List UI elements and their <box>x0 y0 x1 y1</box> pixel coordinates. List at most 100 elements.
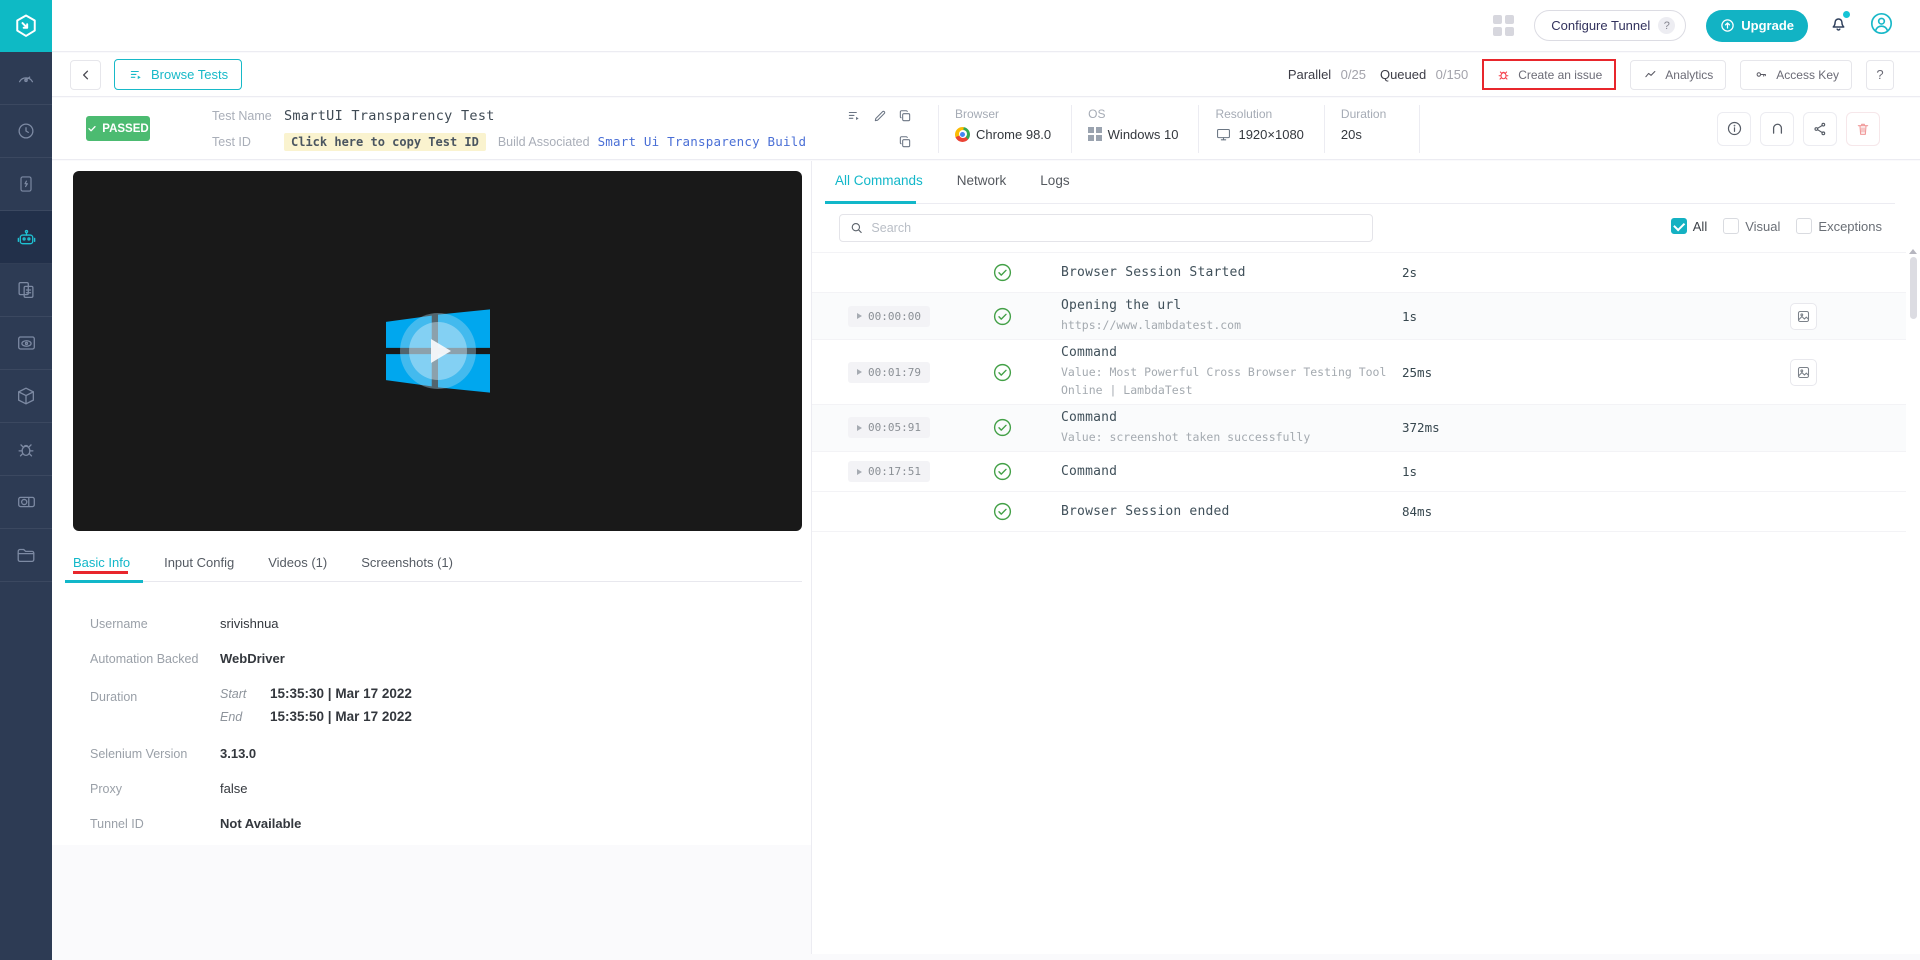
analytics-button[interactable]: Analytics <box>1630 60 1726 90</box>
sidebar-item-test-logs[interactable] <box>0 264 52 317</box>
browse-tests-button[interactable]: Browse Tests <box>114 59 242 90</box>
configure-tunnel-label: Configure Tunnel <box>1551 18 1650 33</box>
tunnel-help-icon[interactable]: ? <box>1658 17 1675 34</box>
build-link[interactable]: Smart Ui Transparency Build <box>598 134 807 149</box>
info-circle-icon <box>1726 120 1743 137</box>
edit-test-name-button[interactable] <box>873 109 887 123</box>
expand-icon <box>857 313 862 319</box>
tab-network[interactable]: Network <box>957 173 1007 203</box>
analytics-chart-icon <box>1643 68 1658 81</box>
expand-icon <box>857 369 862 375</box>
sidebar-item-resolution[interactable] <box>0 476 52 529</box>
info-row-proxy: Proxy false <box>90 771 780 806</box>
play-button[interactable] <box>400 313 476 389</box>
move-to-list-button[interactable] <box>846 109 862 123</box>
build-associated-label: Build Associated <box>498 135 590 149</box>
arch-icon <box>1769 120 1786 137</box>
upgrade-button[interactable]: Upgrade <box>1706 10 1808 42</box>
sidebar-item-app-testing[interactable] <box>0 158 52 211</box>
command-timestamp[interactable]: 00:00:00 <box>848 306 930 327</box>
notifications-button[interactable] <box>1828 13 1849 39</box>
session-arch-button[interactable] <box>1760 112 1794 146</box>
filter-all[interactable]: All <box>1671 218 1707 234</box>
test-info-button[interactable] <box>1717 112 1751 146</box>
view-screenshot-button[interactable] <box>1790 303 1817 330</box>
test-meta-columns: Browser Chrome 98.0 OS Windows 10 Resolu… <box>938 105 1420 153</box>
tab-logs[interactable]: Logs <box>1040 173 1069 203</box>
tab-basic-info[interactable]: Basic Info <box>73 553 130 581</box>
sidebar-item-smart-ui[interactable] <box>0 317 52 370</box>
test-name-label: Test Name <box>212 109 284 123</box>
account-button[interactable] <box>1869 11 1894 41</box>
selenium-value: 3.13.0 <box>220 746 256 761</box>
info-row-backend: Automation Backed WebDriver <box>90 641 780 676</box>
tunnel-value: Not Available <box>220 816 301 831</box>
sidebar-item-dashboard[interactable] <box>0 52 52 105</box>
sidebar-item-debug[interactable] <box>0 423 52 476</box>
scrollbar-thumb[interactable] <box>1910 257 1917 319</box>
access-key-button[interactable]: Access Key <box>1740 60 1852 90</box>
share-button[interactable] <box>1803 112 1837 146</box>
help-button[interactable]: ? <box>1866 60 1894 90</box>
back-button[interactable] <box>70 60 101 90</box>
create-issue-button[interactable]: Create an issue <box>1496 67 1602 82</box>
delete-test-button[interactable] <box>1846 112 1880 146</box>
command-search[interactable] <box>839 214 1373 242</box>
copy-test-id-action[interactable]: Click here to copy Test ID <box>284 133 486 151</box>
share-icon <box>1812 121 1828 137</box>
checkbox-visual[interactable] <box>1723 218 1739 234</box>
command-timestamp[interactable]: 00:05:91 <box>848 417 930 438</box>
sidebar-item-realtime[interactable] <box>0 105 52 158</box>
monitor-icon <box>1215 127 1232 142</box>
test-name-value: SmartUI Transparency Test <box>284 108 495 124</box>
test-name-block: Test Name SmartUI Transparency Test Test… <box>212 104 912 154</box>
avatar-icon <box>1869 11 1894 36</box>
command-filters: All Visual Exceptions <box>1671 218 1882 234</box>
command-duration: 2s <box>1402 265 1582 280</box>
checkbox-all[interactable] <box>1671 218 1687 234</box>
check-circle-icon <box>992 306 1013 327</box>
apps-grid-icon[interactable] <box>1493 15 1514 36</box>
commands-scrollbar[interactable] <box>1908 249 1918 949</box>
scroll-up-icon <box>1909 249 1917 254</box>
folder-icon <box>15 544 37 566</box>
check-circle-icon <box>992 501 1013 522</box>
test-video-player[interactable] <box>73 171 802 531</box>
username-value: srivishnua <box>220 616 279 631</box>
checkbox-exceptions[interactable] <box>1796 218 1812 234</box>
access-key-label: Access Key <box>1776 68 1839 82</box>
copy-test-name-button[interactable] <box>898 109 912 123</box>
create-issue-label: Create an issue <box>1518 68 1602 82</box>
upgrade-label: Upgrade <box>1741 18 1794 33</box>
queued-value: 0/150 <box>1436 67 1469 82</box>
test-detail-panel: Basic Info Input Config Videos (1) Scree… <box>52 161 811 845</box>
bug-icon <box>15 438 37 460</box>
check-circle-icon <box>992 461 1013 482</box>
lambdatest-logo[interactable] <box>0 0 52 52</box>
filter-exceptions[interactable]: Exceptions <box>1796 218 1882 234</box>
configure-tunnel-button[interactable]: Configure Tunnel ? <box>1534 10 1686 41</box>
sidebar-item-automation[interactable] <box>0 211 52 264</box>
sidebar-item-projects[interactable] <box>0 529 52 582</box>
tab-screenshots[interactable]: Screenshots (1) <box>361 553 453 581</box>
command-timestamp[interactable]: 00:01:79 <box>848 362 930 383</box>
sidebar-item-packages[interactable] <box>0 370 52 423</box>
search-input[interactable] <box>871 221 1362 235</box>
filter-visual[interactable]: Visual <box>1723 218 1780 234</box>
end-label: End <box>220 710 270 724</box>
copy-icon <box>898 135 912 149</box>
command-timestamp[interactable]: 00:17:51 <box>848 461 930 482</box>
notification-dot <box>1843 11 1850 18</box>
command-title: Command <box>1061 410 1402 425</box>
command-duration: 25ms <box>1402 365 1582 380</box>
commands-panel: All Commands Network Logs All Visual Exc… <box>811 161 1920 954</box>
tab-videos[interactable]: Videos (1) <box>268 553 327 581</box>
tab-all-commands[interactable]: All Commands <box>835 173 923 203</box>
copy-build-button[interactable] <box>898 135 912 149</box>
browse-tests-label: Browse Tests <box>151 67 228 82</box>
command-subtitle: Value: Most Powerful Cross Browser Testi… <box>1061 364 1391 399</box>
tab-input-config[interactable]: Input Config <box>164 553 234 581</box>
bug-red-icon <box>1496 67 1511 82</box>
view-screenshot-button[interactable] <box>1790 359 1817 386</box>
image-icon <box>1796 365 1811 380</box>
